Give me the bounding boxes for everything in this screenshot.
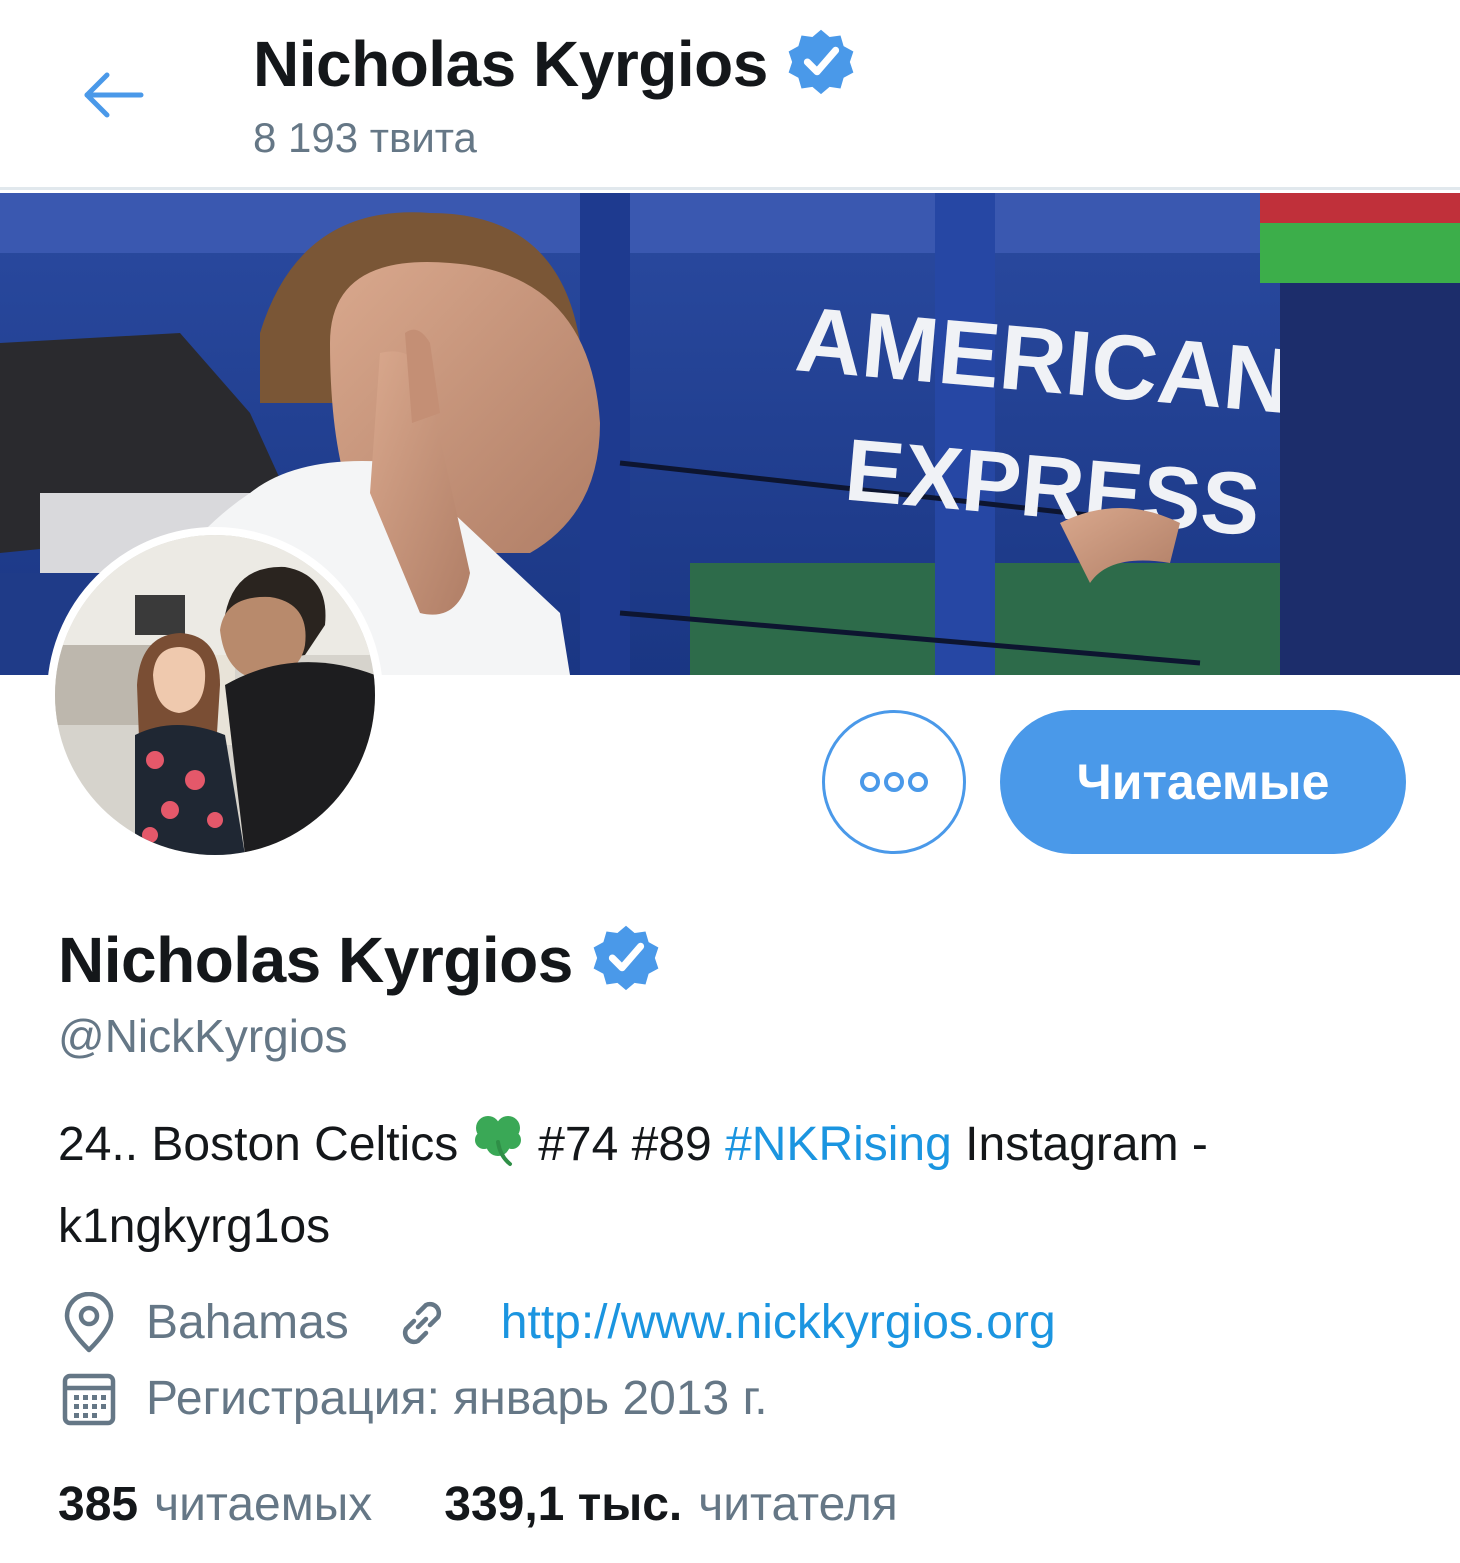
profile-name: Nicholas Kyrgios bbox=[58, 923, 573, 996]
following-count: 385 bbox=[58, 1478, 139, 1531]
profile-meta-location-url: Bahamas http://www.nickkyrgios.org bbox=[58, 1292, 1056, 1354]
bio-tags: #74 #89 bbox=[538, 1118, 712, 1171]
link-icon bbox=[391, 1292, 453, 1354]
location-pin-icon bbox=[58, 1292, 120, 1354]
more-horizontal-icon bbox=[860, 772, 928, 792]
profile-header: Nicholas Kyrgios 8 193 твита bbox=[0, 0, 1460, 190]
tweet-count: 8 193 твита bbox=[253, 114, 477, 161]
profile-meta-joined: Регистрация: январь 2013 г. bbox=[58, 1368, 768, 1430]
profile-handle: @NickKyrgios bbox=[58, 1010, 348, 1062]
bio-hashtag-link[interactable]: #NKRising bbox=[725, 1118, 952, 1171]
header-title: Nicholas Kyrgios bbox=[253, 27, 768, 100]
follow-stats: 385 читаемых 339,1 тыс. читателя bbox=[58, 1474, 898, 1536]
header-title-row: Nicholas Kyrgios bbox=[253, 22, 860, 105]
back-button[interactable] bbox=[78, 60, 148, 130]
followers-count: 339,1 тыс. bbox=[444, 1478, 683, 1531]
calendar-icon bbox=[58, 1368, 120, 1430]
shamrock-icon bbox=[466, 1108, 530, 1190]
verified-badge-icon bbox=[587, 918, 665, 1001]
following-stat[interactable]: 385 читаемых bbox=[58, 1474, 372, 1536]
arrow-left-icon bbox=[84, 72, 144, 118]
followers-stat[interactable]: 339,1 тыс. читателя bbox=[444, 1474, 897, 1536]
avatar[interactable] bbox=[47, 527, 383, 863]
verified-badge-icon bbox=[782, 22, 860, 105]
profile-name-row: Nicholas Kyrgios bbox=[58, 918, 665, 1001]
profile-url-link[interactable]: http://www.nickkyrgios.org bbox=[501, 1293, 1056, 1353]
followers-label: читателя bbox=[698, 1478, 898, 1531]
joined-date: Регистрация: январь 2013 г. bbox=[146, 1372, 768, 1425]
location-text: Bahamas bbox=[146, 1296, 349, 1349]
following-button[interactable]: Читаемые bbox=[1000, 710, 1406, 854]
more-button[interactable] bbox=[822, 710, 966, 854]
profile-bio: 24.. Boston Celtics #74 #89 #NKRising In… bbox=[58, 1108, 1418, 1264]
following-label: читаемых bbox=[154, 1478, 373, 1531]
bio-text: 24.. Boston Celtics bbox=[58, 1118, 459, 1171]
